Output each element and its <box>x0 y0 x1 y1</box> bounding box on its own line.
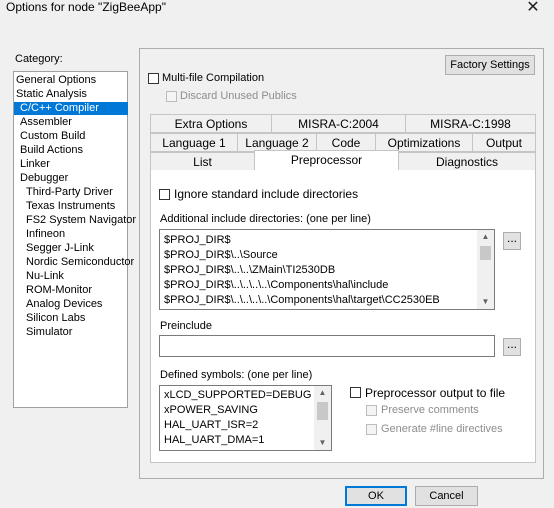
preserve-comments-checkbox[interactable] <box>366 405 377 416</box>
category-item-analog-devices[interactable]: Analog Devices <box>14 298 102 311</box>
category-item-assembler[interactable]: Assembler <box>14 116 72 129</box>
include-dirs-textarea[interactable]: $PROJ_DIR$ $PROJ_DIR$\..\Source $PROJ_DI… <box>159 229 495 310</box>
scroll-up-icon[interactable]: ▲ <box>477 230 494 244</box>
defined-symbol-line: HAL_UART_DMA=1 <box>164 434 265 446</box>
tab-preprocessor[interactable]: Preprocessor <box>254 150 399 170</box>
browse-preinclude-button[interactable]: ... <box>503 338 521 356</box>
close-icon[interactable]: ✕ <box>522 0 544 18</box>
category-item-fs2-system-navigator[interactable]: FS2 System Navigator <box>14 214 136 227</box>
ignore-std-includes-label: Ignore standard include directories <box>174 187 359 201</box>
include-dirs-scrollbar[interactable]: ▲ ▼ <box>477 230 494 309</box>
ok-button[interactable]: OK <box>345 486 407 506</box>
defined-symbol-line: HAL_UART_ISR=2 <box>164 419 259 431</box>
tab-output[interactable]: Output <box>472 133 536 152</box>
category-item-segger-jlink[interactable]: Segger J-Link <box>14 242 94 255</box>
scroll-up-icon[interactable]: ▲ <box>314 386 331 400</box>
defined-symbols-scrollbar[interactable]: ▲ ▼ <box>314 386 331 450</box>
preserve-comments-label: Preserve comments <box>381 404 479 416</box>
defined-symbol-line: xPOWER_SAVING <box>164 404 258 416</box>
tab-language-1[interactable]: Language 1 <box>150 133 238 152</box>
discard-unused-label: Discard Unused Publics <box>180 90 297 102</box>
category-item-rom-monitor[interactable]: ROM-Monitor <box>14 284 92 297</box>
scroll-thumb[interactable] <box>317 402 328 420</box>
additional-include-label: Additional include directories: (one per… <box>160 213 371 225</box>
ignore-std-includes-checkbox[interactable] <box>159 189 170 200</box>
scroll-down-icon[interactable]: ▼ <box>314 436 331 450</box>
preinclude-input[interactable] <box>159 335 495 357</box>
category-item-nu-link[interactable]: Nu-Link <box>14 270 64 283</box>
category-item-build-actions[interactable]: Build Actions <box>14 144 83 157</box>
tab-misra-2004[interactable]: MISRA-C:2004 <box>271 114 406 133</box>
factory-settings-button[interactable]: Factory Settings <box>445 55 535 75</box>
tab-extra-options[interactable]: Extra Options <box>150 114 272 133</box>
category-item-custom-build[interactable]: Custom Build <box>14 130 85 143</box>
category-item-simulator[interactable]: Simulator <box>14 326 72 339</box>
defined-symbols-label: Defined symbols: (one per line) <box>160 369 313 381</box>
category-item-infineon[interactable]: Infineon <box>14 228 65 241</box>
category-label: Category: <box>15 53 63 65</box>
category-list[interactable]: General Options Static Analysis C/C++ Co… <box>13 71 136 408</box>
category-item-general-options[interactable]: General Options <box>14 74 96 87</box>
tab-diagnostics[interactable]: Diagnostics <box>398 152 536 171</box>
window-title: Options for node "ZigBeeApp" <box>6 0 166 14</box>
scroll-down-icon[interactable]: ▼ <box>477 295 494 309</box>
include-dir-line: $PROJ_DIR$\..\..\..\..\Components\hal\ta… <box>164 294 440 306</box>
category-item-c-cpp-compiler[interactable]: C/C++ Compiler <box>14 102 128 115</box>
multi-file-label: Multi-file Compilation <box>162 72 265 84</box>
category-item-nordic-semiconductor[interactable]: Nordic Semiconductor <box>14 256 134 269</box>
include-dir-line: $PROJ_DIR$\..\..\..\..\Components\hal\in… <box>164 279 389 291</box>
preprocessor-output-label: Preprocessor output to file <box>365 386 506 400</box>
generate-line-checkbox[interactable] <box>366 424 377 435</box>
category-item-texas-instruments[interactable]: Texas Instruments <box>14 200 115 213</box>
include-dir-line: $PROJ_DIR$\..\..\ZMain\TI2530DB <box>164 264 336 276</box>
tab-list[interactable]: List <box>150 152 255 171</box>
preprocessor-output-checkbox[interactable] <box>350 387 361 398</box>
preinclude-label: Preinclude <box>160 320 212 332</box>
category-item-static-analysis[interactable]: Static Analysis <box>14 88 87 101</box>
category-item-third-party-driver[interactable]: Third-Party Driver <box>14 186 113 199</box>
multi-file-checkbox[interactable] <box>148 73 159 84</box>
browse-include-dirs-button[interactable]: ... <box>503 232 521 250</box>
discard-unused-checkbox[interactable] <box>166 91 177 102</box>
include-dir-line: $PROJ_DIR$ <box>164 234 231 246</box>
category-item-silicon-labs[interactable]: Silicon Labs <box>14 312 85 325</box>
defined-symbols-textarea[interactable]: xLCD_SUPPORTED=DEBUG xPOWER_SAVING HAL_U… <box>159 385 332 451</box>
include-dir-line: $PROJ_DIR$\..\Source <box>164 249 278 261</box>
category-item-debugger[interactable]: Debugger <box>14 172 68 185</box>
category-item-linker[interactable]: Linker <box>14 158 50 171</box>
defined-symbol-line: xLCD_SUPPORTED=DEBUG <box>164 389 312 401</box>
scroll-thumb[interactable] <box>480 246 491 260</box>
cancel-button[interactable]: Cancel <box>415 486 478 506</box>
generate-line-label: Generate #line directives <box>381 423 503 435</box>
tab-misra-1998[interactable]: MISRA-C:1998 <box>405 114 536 133</box>
